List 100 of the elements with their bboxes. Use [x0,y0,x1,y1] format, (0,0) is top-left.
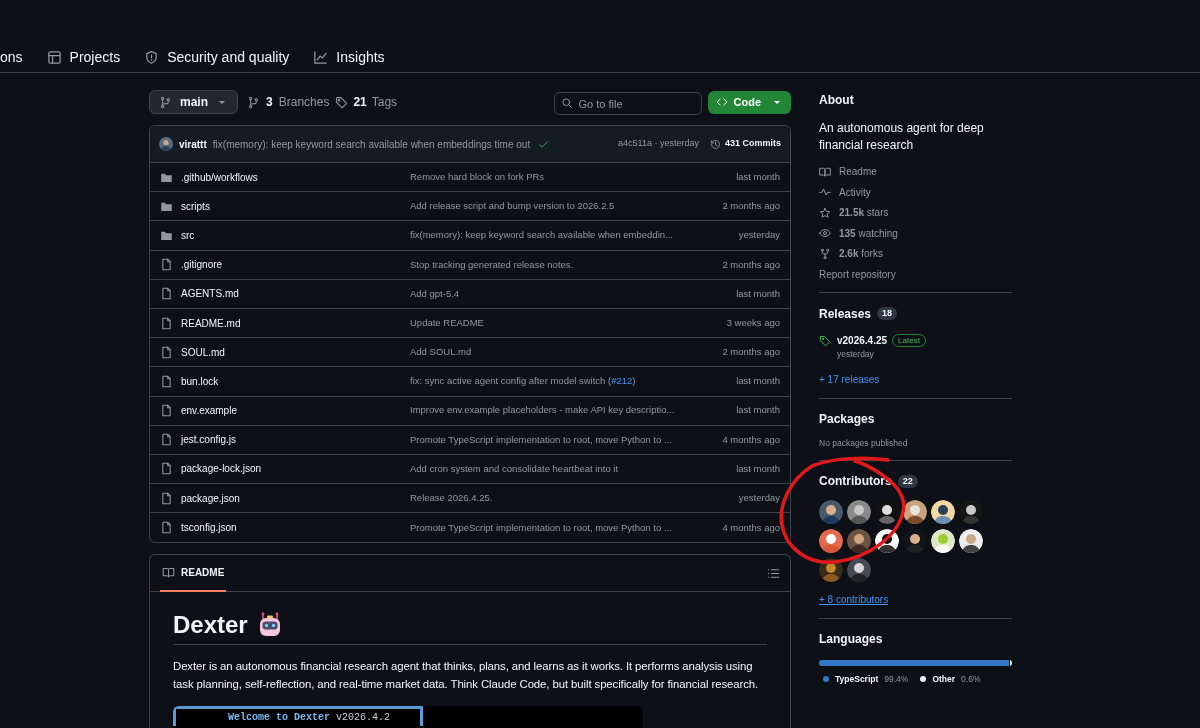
sidebar-link[interactable]: 135 watching [819,225,1012,241]
section-heading: Releases [819,305,872,323]
tag-icon [335,95,349,109]
commit-time: 2 months ago [722,199,780,214]
commit-message[interactable]: fix(memory): keep keyword search available when embeddin... [410,228,710,243]
commit-time: last month [736,286,780,301]
book-icon [819,165,831,178]
releases-link[interactable]: + 17 releases [819,372,880,388]
section-heading: Contributors [819,473,892,490]
search-field[interactable]: Go to file [553,92,702,115]
file-name[interactable]: package.json [181,490,410,506]
code-icon [715,96,728,108]
commit-time: 2 months ago [722,345,780,360]
commit-time: 4 months ago [722,520,780,535]
commit-message[interactable]: Improve env.example placeholders - make API key descriptio... [410,403,710,418]
commit-message[interactable]: fix(memory): keep keyword search available when embeddings time out [212,136,531,152]
pulse-icon [819,186,831,198]
language-link[interactable]: Other 0.6% [920,673,981,686]
count-badge: 18 [877,307,898,320]
file-name[interactable]: SOUL.md [181,344,410,360]
tag-icon [819,334,831,347]
file-name[interactable]: env.example [181,403,410,419]
commit-message[interactable]: Add cron system and consolidate heartbeat into it [410,461,710,477]
commit-time: 2 months ago [722,257,780,272]
file-name[interactable]: jest.config.js [181,432,410,448]
file-name[interactable]: package-lock.json [181,461,410,477]
commit-message[interactable]: Promote TypeScript implementation to root, move Python to ... [410,432,710,447]
file-name[interactable]: bun.lock [181,373,410,389]
file-icon [160,433,173,447]
file-name[interactable]: AGENTS.md [181,286,410,302]
commit-time: last month [736,403,780,418]
file-icon [160,316,173,330]
repo-tab[interactable]: ons [0,48,23,66]
commit-message[interactable]: Remove hard block on fork PRs [410,169,710,185]
sidebar-link[interactable]: 2.6k forks [819,246,1012,261]
commit-message[interactable]: fix: sync active agent config after model switch (#212) [410,374,710,389]
file-icon [160,345,173,359]
sidebar-link[interactable]: Readme [819,164,1012,179]
list-icon [767,566,780,580]
commit-time: last month [736,374,780,389]
count-badge: 22 [897,474,918,488]
contributors-link[interactable]: + 8 contributors [819,592,889,607]
eye-icon [819,227,831,239]
branches-link[interactable]: 3 Branches [247,93,330,111]
section-heading: About [819,92,854,109]
robot-icon [257,612,282,639]
commit-message[interactable]: Update README [410,315,710,331]
commit-time: yesterday [738,228,780,243]
file-icon [160,521,173,535]
tags-link[interactable]: 21 Tags [335,93,398,111]
commit-message[interactable]: Add gpt-5.4 [410,286,710,301]
commit-hash-time: a4c511a · yesterday [618,137,699,151]
sidebar-link[interactable]: Activity [819,184,1012,200]
sidebar-link[interactable]: 21.5k stars [819,205,1012,220]
file-name[interactable]: tsconfig.json [181,520,410,536]
repo-description: An autonomous agent for deep financial research [819,120,985,154]
commits-link[interactable]: 431 Commits [709,137,781,151]
repo-tab[interactable]: Projects [46,48,121,66]
release-time: yesterday [837,347,875,361]
outline-button[interactable] [767,566,780,580]
commit-message[interactable]: Add release script and bump version to 2026.2.5 [410,199,710,214]
file-name[interactable]: src [181,227,410,243]
readme-description: Dexter is an autonomous financial research agent that thinks, plans, and learns as it works. It performs analysis using task planning, self-reflection, and real-time market data. Think Claude Code, but built specifically for financial research. [173,659,760,693]
graph-icon [313,49,329,65]
commit-message[interactable]: Promote TypeScript implementation to root, move Python to ... [410,520,710,535]
terminal-text: Welcome to Dexter [228,711,331,726]
file-icon [160,462,173,476]
file-name[interactable]: README.md [181,315,410,331]
file-name[interactable]: .github/workflows [181,169,410,185]
file-name[interactable]: scripts [181,198,410,214]
readme-tab[interactable]: README [160,555,227,592]
check-icon [538,138,550,150]
search-icon [560,96,573,109]
terminal-text: v2026.4.2 [336,711,391,726]
repo-tab[interactable]: Insights [313,48,385,66]
report-link[interactable]: Report repository [819,266,1012,282]
language-link[interactable]: TypeScript 99.4% [823,673,909,686]
file-icon [160,258,173,272]
commit-message[interactable]: Add SOUL.md [410,345,710,360]
commit-author[interactable]: virattt [179,136,207,152]
file-icon [160,374,173,388]
code-button[interactable]: Code [707,90,791,114]
branch-button[interactable]: main [149,90,238,114]
file-name[interactable]: .gitignore [181,257,410,273]
commit-time: last month [736,169,780,184]
release-link[interactable]: v2026.4.25 [837,332,888,348]
readme-title: Dexter [173,610,248,641]
repo-tab[interactable]: Security and quality [144,48,290,66]
file-icon [160,491,173,505]
commit-time: yesterday [738,491,780,506]
file-icon [160,287,173,301]
fork-icon [819,247,831,260]
branch-icon [159,95,172,109]
section-heading: Languages [819,631,883,648]
section-heading: Packages [819,411,875,429]
commit-time: 3 weeks ago [726,315,780,330]
history-icon [709,138,721,150]
commit-time: 4 months ago [722,432,780,447]
commit-message[interactable]: Stop tracking generated release notes. [410,257,710,272]
commit-message[interactable]: Release 2026.4.25. [410,491,710,506]
